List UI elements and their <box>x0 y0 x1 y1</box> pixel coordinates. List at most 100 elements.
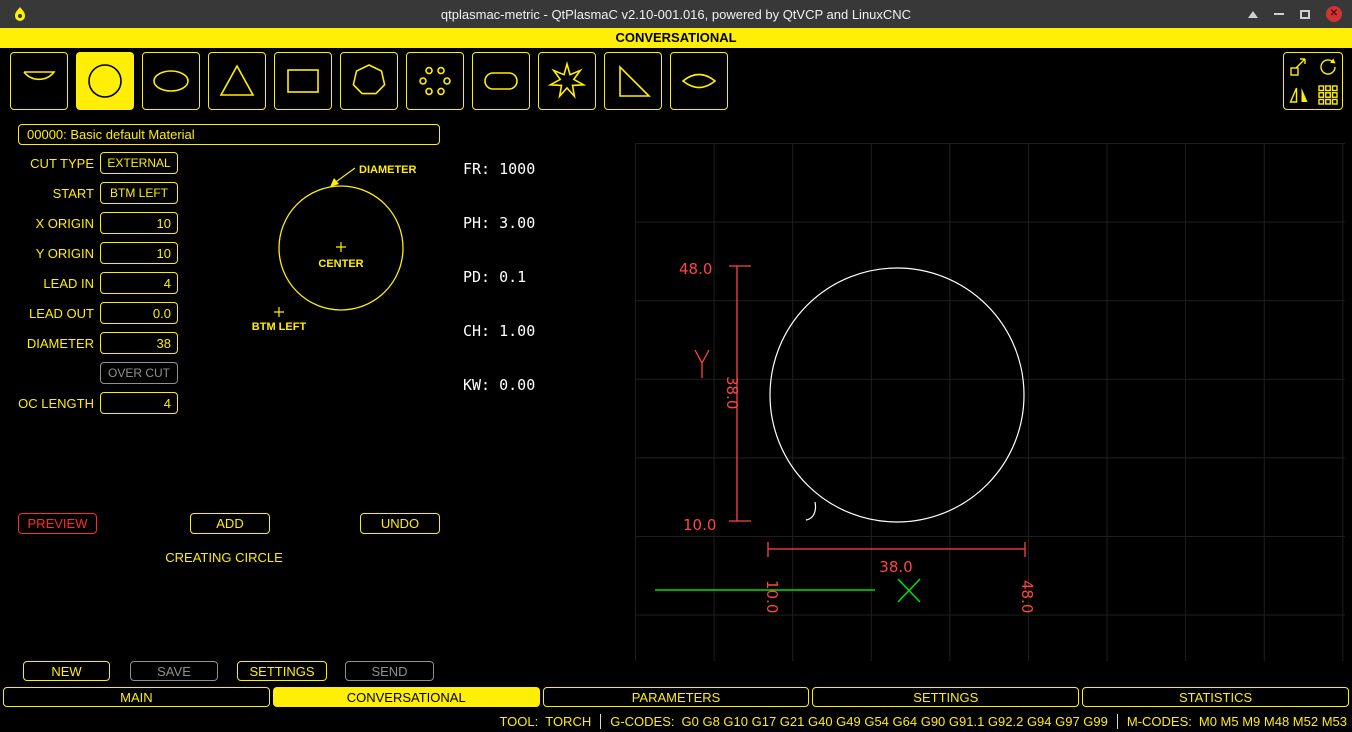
lead-in-path <box>806 502 816 520</box>
add-button[interactable]: ADD <box>190 513 270 534</box>
shape-triangle-button[interactable] <box>208 52 266 110</box>
tool-label: TOOL: <box>499 714 538 729</box>
shape-toolbar <box>0 48 1352 116</box>
shape-polygon-button[interactable] <box>340 52 398 110</box>
shape-gusset-button[interactable] <box>604 52 662 110</box>
lead-in-input[interactable] <box>100 272 178 294</box>
shape-star-button[interactable] <box>538 52 596 110</box>
gusset-icon <box>611 59 655 103</box>
dim-left-total: 48.0 <box>679 260 712 278</box>
status-divider <box>600 714 601 729</box>
rectangle-icon <box>281 59 325 103</box>
over-cut-row: OVER CUT <box>0 362 230 384</box>
y-origin-input[interactable] <box>100 242 178 264</box>
x-origin-row: X ORIGIN <box>0 212 230 234</box>
shape-circle-button[interactable] <box>76 52 134 110</box>
diameter-input[interactable] <box>100 332 178 354</box>
polygon-icon <box>347 59 391 103</box>
undo-button[interactable]: UNDO <box>360 513 440 534</box>
tab-conversational[interactable]: CONVERSATIONAL <box>273 687 540 707</box>
left-dimension-arrow <box>695 350 709 378</box>
scale-icon <box>1288 56 1310 78</box>
start-button[interactable]: BTM LEFT <box>100 182 178 204</box>
restore-icon[interactable] <box>1300 10 1310 19</box>
shape-ellipse-button[interactable] <box>142 52 200 110</box>
shade-window-icon[interactable] <box>1248 11 1258 18</box>
diameter-row: DIAMETER <box>0 332 230 354</box>
window-title: qtplasmac-metric - QtPlasmaC v2.10-001.0… <box>441 7 911 22</box>
shape-utilities-box <box>1283 52 1343 110</box>
shape-bolt-circle-button[interactable] <box>406 52 464 110</box>
center-cross-icon <box>336 242 346 252</box>
y-origin-label: Y ORIGIN <box>0 246 100 261</box>
shape-rectangle-button[interactable] <box>274 52 332 110</box>
rotate-button[interactable] <box>1313 53 1342 81</box>
oc-length-input[interactable] <box>100 392 178 414</box>
cut-type-button[interactable]: EXTERNAL <box>100 152 178 174</box>
origin-x-marker <box>898 579 920 602</box>
ellipse-icon <box>149 59 193 103</box>
gcodes-label: G-CODES: <box>610 714 674 729</box>
line-icon <box>17 59 61 103</box>
new-button[interactable]: NEW <box>23 661 110 681</box>
lead-out-row: LEAD OUT <box>0 302 230 324</box>
oc-length-row: OC LENGTH <box>0 392 230 414</box>
bolt-circle-icon <box>413 59 457 103</box>
slot-icon <box>479 59 523 103</box>
shape-line-button[interactable] <box>10 52 68 110</box>
settings-button[interactable]: SETTINGS <box>237 661 327 681</box>
mode-banner: CONVERSATIONAL <box>0 28 1352 48</box>
scale-button[interactable] <box>1284 53 1313 81</box>
shape-slot-button[interactable] <box>472 52 530 110</box>
lead-out-label: LEAD OUT <box>0 306 100 321</box>
shape-sector-button[interactable] <box>670 52 728 110</box>
app-logo-icon <box>12 6 28 22</box>
creating-status: CREATING CIRCLE <box>144 550 304 565</box>
rotate-icon <box>1317 56 1339 78</box>
mcodes-label: M-CODES: <box>1127 714 1192 729</box>
lead-out-input[interactable] <box>100 302 178 324</box>
bottom-dimension-line <box>768 542 1025 557</box>
dim-bottom-total: 48.0 <box>1018 580 1036 613</box>
array-button[interactable] <box>1313 81 1342 109</box>
dim-left-origin: 10.0 <box>683 516 716 534</box>
mcodes-value: M0 M5 M9 M48 M52 M53 <box>1199 714 1347 729</box>
conversational-panel: 00000: Basic default Material CUT TYPE E… <box>0 116 455 684</box>
cut-type-row: CUT TYPE EXTERNAL <box>0 152 230 174</box>
tab-statistics[interactable]: STATISTICS <box>1082 687 1349 707</box>
diameter-label: DIAMETER <box>0 336 100 351</box>
material-select[interactable]: 00000: Basic default Material <box>18 124 440 145</box>
send-button[interactable]: SEND <box>345 661 434 681</box>
over-cut-button[interactable]: OVER CUT <box>100 362 178 384</box>
part-preview-circle <box>770 268 1024 522</box>
tab-main[interactable]: MAIN <box>3 687 270 707</box>
cut-type-label: CUT TYPE <box>0 156 100 171</box>
preview-canvas[interactable]: FR: 1000 PH: 3.00 PD: 0.1 CH: 1.00 KW: 0… <box>455 116 1352 684</box>
start-label: START <box>0 186 100 201</box>
mirror-icon <box>1288 84 1310 106</box>
mirror-button[interactable] <box>1284 81 1313 109</box>
tool-value: TORCH <box>545 714 591 729</box>
tab-settings[interactable]: SETTINGS <box>812 687 1079 707</box>
main-tabs: MAIN CONVERSATIONAL PARAMETERS SETTINGS … <box>0 684 1352 710</box>
tab-parameters[interactable]: PARAMETERS <box>543 687 810 707</box>
titlebar: qtplasmac-metric - QtPlasmaC v2.10-001.0… <box>0 0 1352 28</box>
dim-left-diameter: 38.0 <box>723 376 741 409</box>
y-origin-row: Y ORIGIN <box>0 242 230 264</box>
status-bar: TOOL: TORCH G-CODES: G0 G8 G10 G17 G21 G… <box>0 710 1352 732</box>
triangle-icon <box>215 59 259 103</box>
dim-bottom-diameter: 38.0 <box>879 558 912 576</box>
save-button[interactable]: SAVE <box>130 661 218 681</box>
preview-button[interactable]: PREVIEW <box>18 513 97 534</box>
preview-plot: 48.0 38.0 10.0 38.0 10.0 48.0 <box>455 116 1352 684</box>
minimize-icon[interactable] <box>1274 13 1284 15</box>
close-icon[interactable]: ✕ <box>1326 6 1342 22</box>
array-icon <box>1317 84 1339 106</box>
gcodes-value: G0 G8 G10 G17 G21 G40 G49 G54 G64 G90 G9… <box>682 714 1108 729</box>
lead-in-label: LEAD IN <box>0 276 100 291</box>
start-row: START BTM LEFT <box>0 182 230 204</box>
x-origin-input[interactable] <box>100 212 178 234</box>
status-divider <box>1117 714 1118 729</box>
x-origin-label: X ORIGIN <box>0 216 100 231</box>
diagram-center-label: CENTER <box>318 258 363 270</box>
